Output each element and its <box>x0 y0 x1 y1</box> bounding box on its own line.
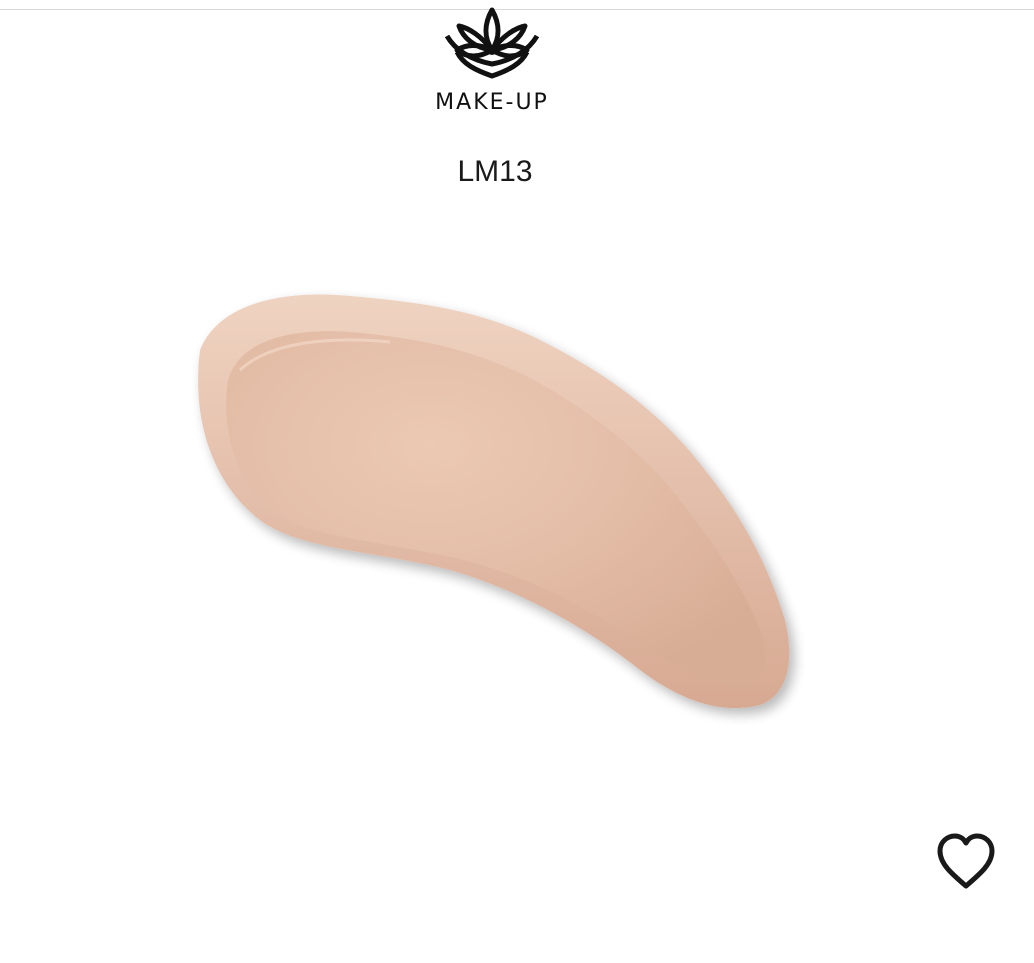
heart-outline-icon[interactable] <box>932 830 1000 894</box>
foundation-swatch-image <box>198 294 790 709</box>
brand-wordmark: MAKE-UP <box>435 90 549 115</box>
shade-code-label: LM13 <box>457 155 533 188</box>
lotus-logo-icon <box>445 7 539 79</box>
brand-header: MAKE-UP <box>392 0 592 125</box>
